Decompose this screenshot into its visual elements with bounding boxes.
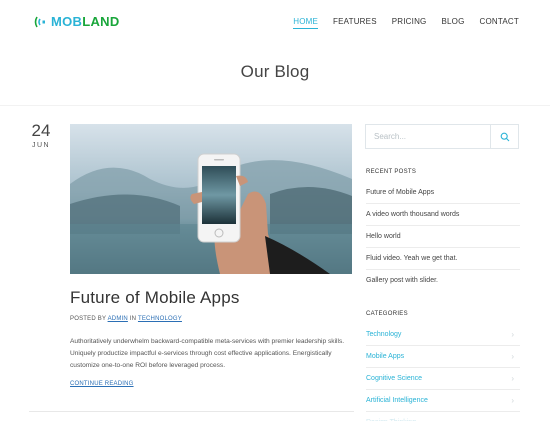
logo-text: MOBLAND	[51, 14, 120, 29]
category-item[interactable]: Design Thinking ›	[366, 412, 520, 421]
category-label: Technology	[366, 331, 402, 338]
post-meta-in: IN	[127, 316, 138, 322]
nav-contact[interactable]: CONTACT	[480, 17, 519, 29]
chevron-right-icon: ›	[511, 396, 514, 405]
logo-text-mob: MOB	[51, 14, 83, 29]
recent-posts-list: Future of Mobile Apps A video worth thou…	[366, 182, 520, 292]
search-icon	[500, 132, 509, 141]
post-divider	[29, 411, 354, 412]
category-label: Cognitive Science	[366, 375, 423, 382]
post-featured-image[interactable]	[70, 124, 352, 274]
nav-pricing[interactable]: PRICING	[392, 17, 427, 29]
chevron-right-icon: ›	[511, 374, 514, 383]
category-item[interactable]: Cognitive Science ›	[366, 368, 520, 390]
post-date-month: JUN	[31, 142, 51, 149]
nav-features[interactable]: FEATURES	[333, 17, 377, 29]
section-divider	[0, 105, 550, 106]
post-meta-prefix: POSTED BY	[70, 316, 108, 322]
chevron-right-icon: ›	[511, 330, 514, 339]
logo[interactable]: MOBLAND	[34, 14, 120, 29]
search-input[interactable]	[366, 125, 490, 148]
signal-waves-icon	[34, 16, 45, 27]
category-item[interactable]: Artificial Intelligence ›	[366, 390, 520, 412]
post-author-link[interactable]: ADMIN	[108, 316, 128, 322]
chevron-right-icon: ›	[511, 412, 520, 421]
recent-posts-title: RECENT POSTS	[366, 169, 417, 175]
phone-in-hand-photo	[70, 124, 352, 274]
categories-title: CATEGORIES	[366, 311, 408, 317]
category-label: Artificial Intelligence	[366, 397, 428, 404]
category-label: Mobile Apps	[366, 353, 405, 360]
continue-reading-link[interactable]: CONTINUE READING	[70, 381, 134, 387]
page-title: Our Blog	[240, 62, 310, 81]
post-excerpt: Authoritatively underwhelm backward-comp…	[70, 338, 345, 370]
site-header: MOBLAND HOME FEATURES PRICING BLOG CONTA…	[0, 0, 550, 44]
logo-text-land: LAND	[82, 14, 120, 29]
category-label: Design Thinking	[366, 412, 416, 421]
category-item[interactable]: Mobile Apps ›	[366, 346, 520, 368]
search-widget	[365, 124, 519, 149]
nav-blog[interactable]: BLOG	[441, 17, 464, 29]
nav-home[interactable]: HOME	[293, 17, 319, 29]
category-item[interactable]: Technology ›	[366, 324, 520, 346]
recent-post-item[interactable]: A video worth thousand words	[366, 204, 520, 226]
main-nav: HOME FEATURES PRICING BLOG CONTACT	[278, 17, 519, 29]
recent-post-item[interactable]: Fluid video. Yeah we get that.	[366, 248, 520, 270]
post-date-day: 24	[31, 121, 51, 140]
categories-list: Technology › Mobile Apps › Cognitive Scien…	[366, 324, 520, 421]
post-meta: POSTED BY ADMIN IN TECHNOLOGY	[70, 316, 182, 322]
search-button[interactable]	[490, 125, 518, 148]
post-title[interactable]: Future of Mobile Apps	[70, 288, 240, 308]
recent-post-item[interactable]: Future of Mobile Apps	[366, 182, 520, 204]
chevron-right-icon: ›	[511, 352, 514, 361]
recent-post-item[interactable]: Hello world	[366, 226, 520, 248]
post-category-link[interactable]: TECHNOLOGY	[138, 316, 182, 322]
recent-post-item[interactable]: Gallery post with slider.	[366, 270, 520, 292]
